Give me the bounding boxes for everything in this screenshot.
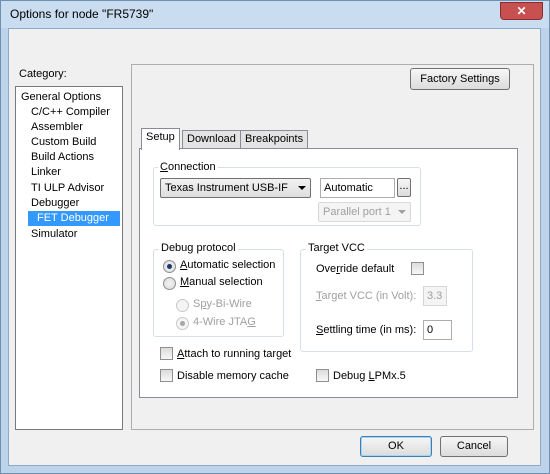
connection-group-title-rest: onnection [167,161,216,173]
chevron-down-icon [398,210,406,214]
category-item-label: TI ULP Advisor [31,182,105,194]
settling-time-label: Settling time (in ms): [316,324,417,336]
disable-memory-cache-checkbox[interactable] [160,369,173,382]
category-label: Category: [19,68,67,80]
cancel-button[interactable]: Cancel [440,436,508,457]
override-default-label: Override default [316,263,395,275]
radio-dot [167,264,172,269]
tab-setup[interactable]: Setup [141,128,180,150]
factory-settings-button[interactable]: Factory Settings [410,68,510,90]
category-item-label: Custom Build [31,136,97,148]
radio-dot [180,321,185,326]
close-button[interactable]: ✕ [500,2,543,20]
settling-time-value: 0 [427,324,434,336]
disable-memory-cache-label: Disable memory cache [177,370,289,382]
debug-protocol-group-title: Debug protocol [159,242,238,254]
tab-label: Download [187,133,236,145]
four-wire-jtag-label: 4-Wire JTAG [193,316,256,328]
category-item-simulator[interactable]: Simulator [28,227,80,242]
debug-lpm-label: Debug LPMx.5 [333,370,406,382]
attach-running-target-checkbox[interactable] [160,347,173,360]
debug-lpm-checkbox[interactable] [316,369,329,382]
automatic-selection-label: Automatic selection [180,259,276,271]
close-icon: ✕ [516,4,527,18]
category-item-label: Debugger [31,197,80,209]
browse-button-label: ... [399,180,409,192]
category-item-build-actions[interactable]: Build Actions [28,150,97,165]
target-vcc-label: Target VCC (in Volt): [316,290,417,302]
target-vcc-field[interactable]: 3.3 [423,286,447,306]
category-item-label: Assembler [31,121,83,133]
window-title: Options for node "FR5739" [10,7,154,21]
category-item-fet-debugger[interactable]: FET Debugger [28,211,120,226]
ok-button[interactable]: OK [360,436,432,457]
settling-time-field[interactable]: 0 [423,320,452,340]
override-default-checkbox[interactable] [411,262,424,275]
parallel-port-combobox[interactable]: Parallel port 1 [318,202,411,222]
manual-selection-label: Manual selection [180,276,263,288]
manual-selection-radio[interactable] [163,277,176,290]
automatic-selection-radio[interactable] [163,260,176,273]
category-item-assembler[interactable]: Assembler [28,120,86,135]
category-item-label: Build Actions [31,151,94,163]
category-item-ti-ulp-advisor[interactable]: TI ULP Advisor [28,181,107,196]
interface-combobox-value: Texas Instrument USB-IF [165,182,288,194]
category-item-label: Simulator [31,228,78,240]
category-item-label: FET Debugger [37,212,109,224]
target-vcc-value: 3.3 [427,290,443,302]
title-bar[interactable]: Options for node "FR5739" ✕ [1,1,549,28]
four-wire-jtag-radio[interactable] [176,317,189,330]
category-item-linker[interactable]: Linker [28,165,64,180]
factory-settings-label: Factory Settings [420,73,500,85]
connection-group-title: Connection [158,161,218,173]
tab-breakpoints[interactable]: Breakpoints [240,130,309,149]
parallel-port-value: Parallel port 1 [323,206,391,218]
category-item-debugger[interactable]: Debugger [28,196,82,211]
port-field[interactable]: Automatic [320,178,395,198]
tab-download[interactable]: Download [182,130,241,149]
spy-bi-wire-radio[interactable] [176,299,189,312]
port-field-value: Automatic [324,182,373,194]
category-item-label: Linker [31,166,61,178]
attach-running-target-label: Attach to running target [177,348,292,360]
category-item-custom-build[interactable]: Custom Build [28,135,99,150]
cancel-button-label: Cancel [456,440,492,452]
ok-button-label: OK [388,440,404,452]
category-item-label: General Options [21,91,102,103]
browse-button[interactable]: ... [397,178,411,197]
target-vcc-group-title: Target VCC [306,242,367,254]
category-item-label: C/C++ Compiler [31,106,110,118]
chevron-down-icon [298,186,306,190]
tab-label: Breakpoints [245,133,304,145]
tab-label: Setup [146,131,175,143]
spy-bi-wire-label: Spy-Bi-Wire [193,298,252,310]
category-item-general-options[interactable]: General Options [18,90,104,105]
category-item-cpp-compiler[interactable]: C/C++ Compiler [28,105,113,120]
interface-combobox[interactable]: Texas Instrument USB-IF [160,178,311,198]
category-list[interactable]: General Options C/C++ Compiler Assembler… [15,86,123,430]
